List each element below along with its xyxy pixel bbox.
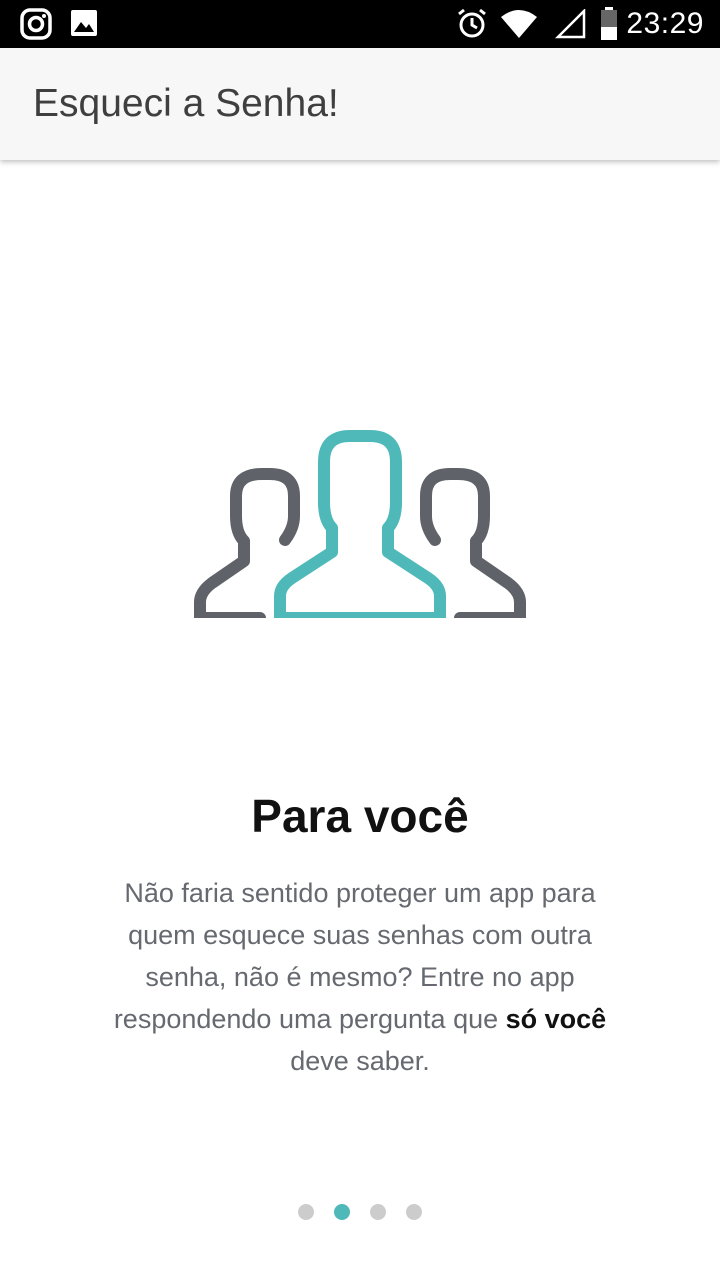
wifi-icon [501, 10, 537, 38]
description-emphasis: só você [505, 1004, 607, 1034]
app-bar: Esqueci a Senha! [0, 48, 720, 160]
image-icon [71, 10, 97, 36]
page-indicator [0, 1204, 720, 1222]
description-text-end: deve saber. [290, 1046, 430, 1076]
page-dot[interactable] [406, 1204, 422, 1220]
status-clock: 23:29 [626, 7, 704, 40]
page-dot[interactable] [370, 1204, 386, 1220]
people-group-icon [194, 430, 526, 618]
slide-description: Não faria sentido proteger um app para q… [100, 872, 620, 1082]
page-title: Esqueci a Senha! [33, 82, 339, 125]
onboarding-slide[interactable]: Para você Não faria sentido proteger um … [0, 160, 720, 1280]
signal-icon [554, 9, 586, 39]
status-bar: 23:29 [0, 0, 720, 48]
page-dot[interactable] [298, 1204, 314, 1220]
instagram-icon [20, 8, 52, 40]
battery-icon [601, 7, 617, 40]
alarm-icon [458, 8, 486, 38]
slide-title: Para você [251, 790, 469, 842]
page-dot-active[interactable] [334, 1204, 350, 1220]
